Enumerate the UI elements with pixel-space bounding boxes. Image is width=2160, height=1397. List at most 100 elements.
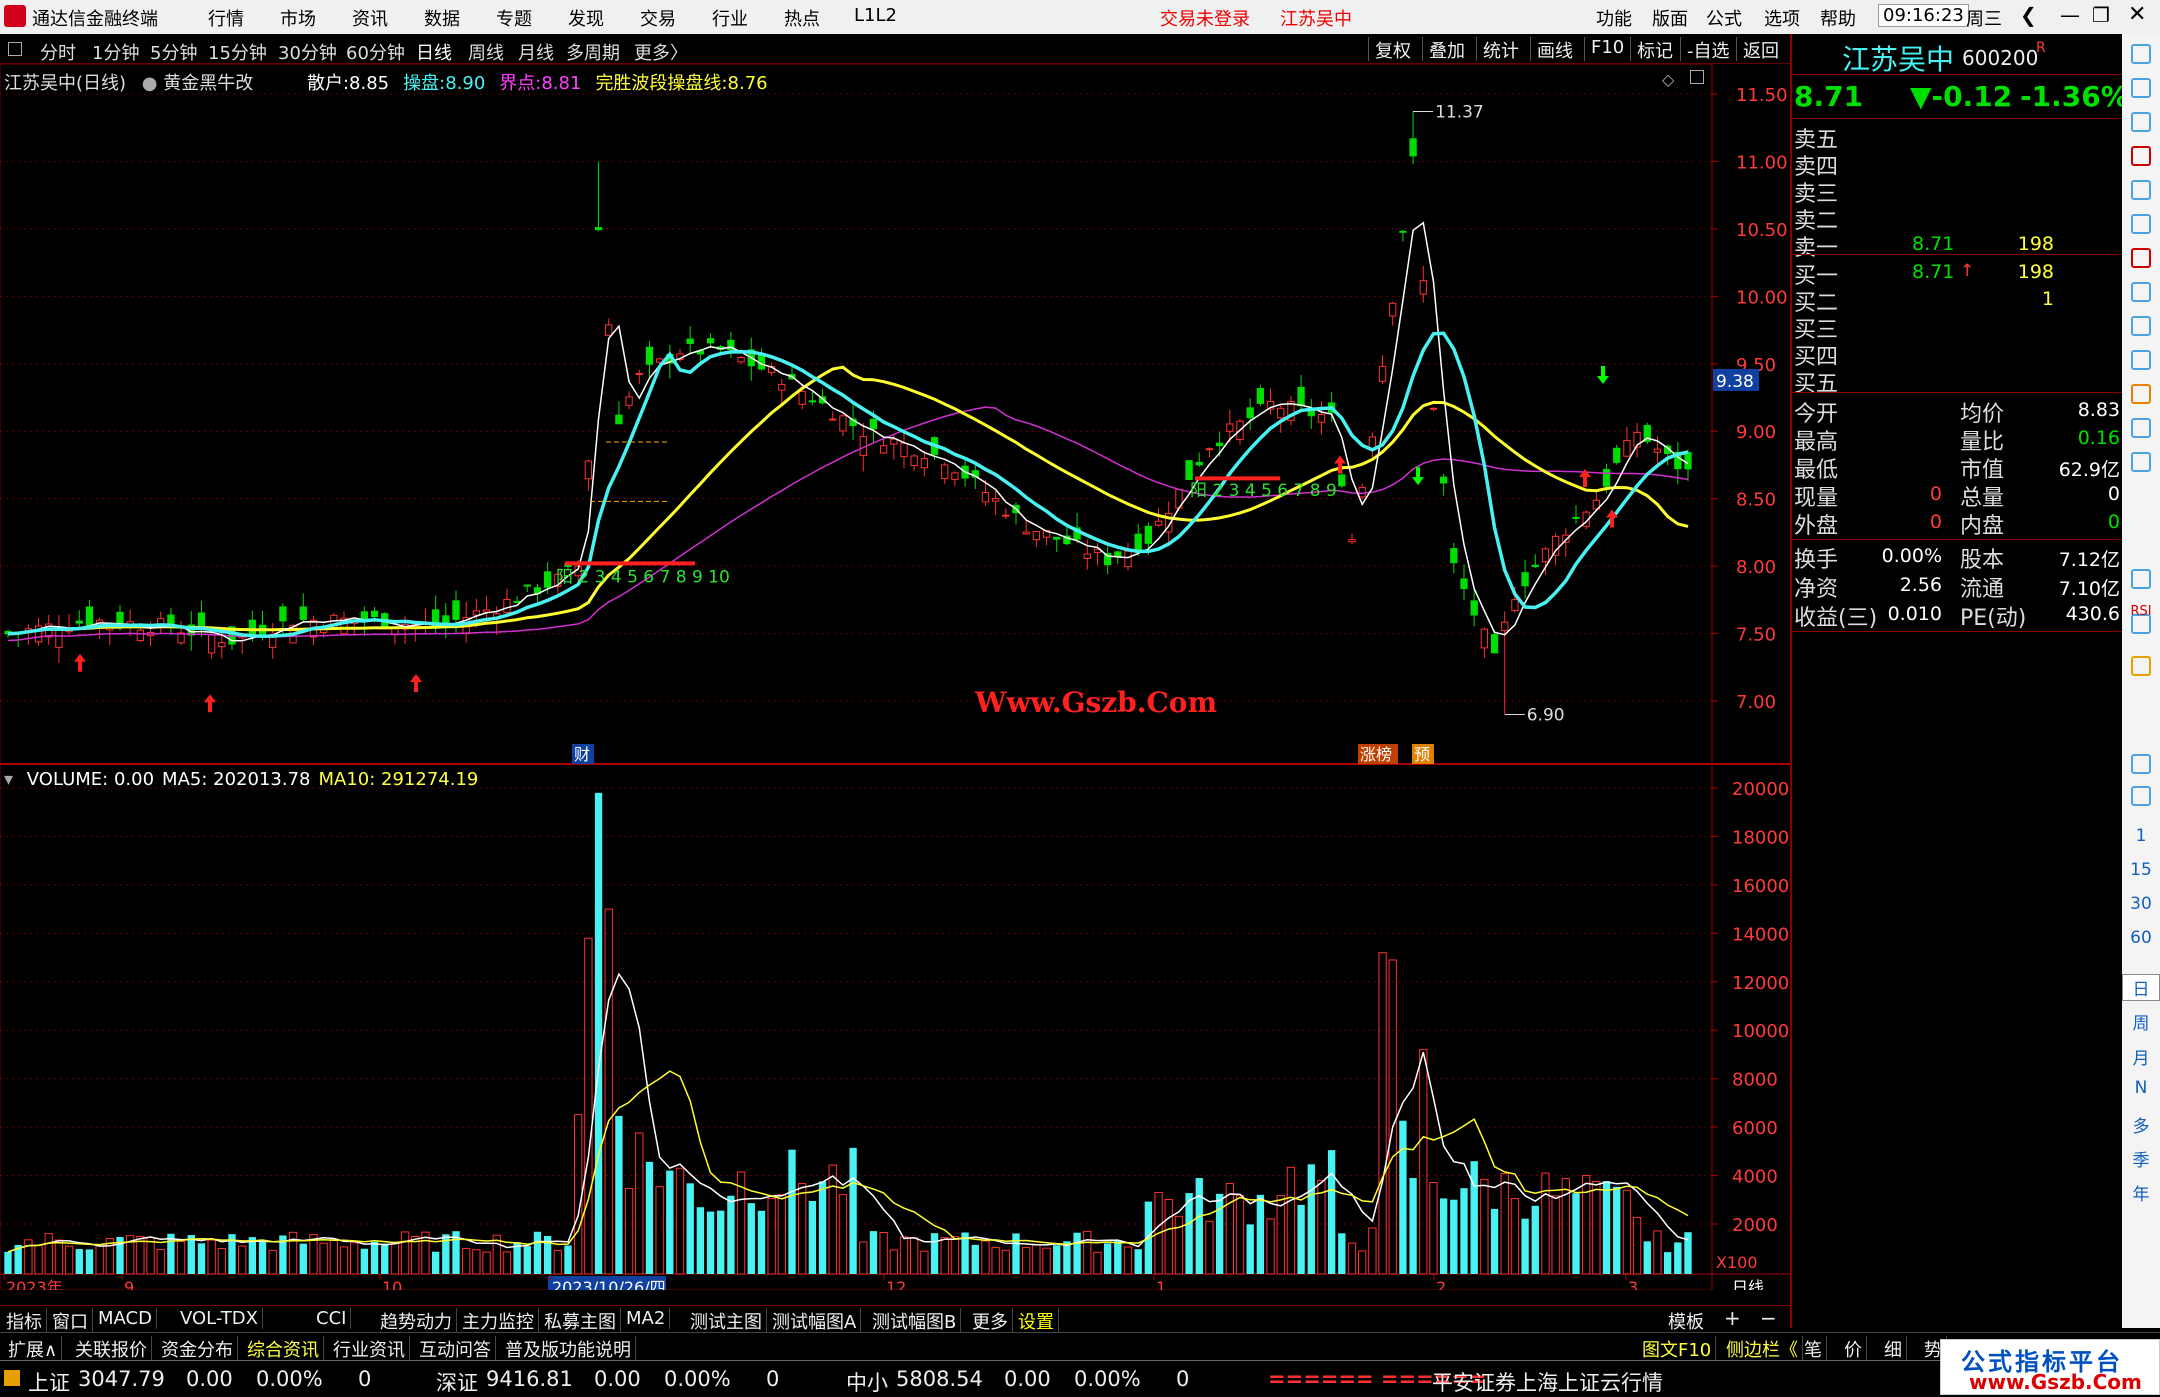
pen-icon[interactable] [2131,656,2151,676]
ext-item-1[interactable]: 关联报价 [71,1336,152,1362]
chart-svg[interactable]: 11.5011.0010.5010.009.509.008.508.007.50… [0,64,1790,1290]
close-icon[interactable]: ✕ [2128,2,2146,27]
refresh-icon[interactable] [2131,786,2151,806]
period-tab-0[interactable]: 分时 [40,39,76,65]
chart-tool-1[interactable]: 叠加 [1422,37,1471,62]
news-icon[interactable] [2131,282,2151,302]
side-label-8[interactable]: N [2122,1078,2160,1098]
ext-right-item-4[interactable]: 细 [1880,1336,1907,1362]
side-label-7[interactable]: 月 [2122,1044,2160,1069]
side-label-0[interactable]: RSI [2122,604,2160,619]
ext-item-0[interactable]: 扩展∧ [4,1336,63,1362]
chart-tool-0[interactable]: 复权 [1368,37,1417,62]
back-icon[interactable]: ❮ [2020,3,2037,27]
indicator-tab-6[interactable]: 主力监控 [458,1308,539,1334]
indicator-tab-11[interactable]: 测试幅图B [868,1308,962,1334]
ext-right-item-3[interactable]: 价 [1840,1336,1867,1362]
bid-row[interactable]: 买三 [1792,312,2122,343]
indicator-tab-12[interactable]: 更多 [968,1308,1013,1334]
indicator-tab-1[interactable]: 窗口 [48,1308,93,1334]
template-button[interactable]: 模板 [1668,1308,1704,1334]
diamond-icon[interactable]: ◇ [1662,70,1674,89]
menu-8[interactable]: 热点 [784,5,820,31]
period-tab-3[interactable]: 15分钟 [208,39,267,65]
settings-icon[interactable] [2131,452,2151,472]
index-item[interactable]: 深证 9416.81 0.00 0.00% 0 [436,1367,816,1395]
chart-tool-3[interactable]: 画线 [1530,37,1579,62]
chart-tool-5[interactable]: 标记 [1630,37,1679,62]
side-label-9[interactable]: 多 [2122,1112,2160,1137]
indicator-name[interactable]: 黄金黑牛改 [163,73,253,94]
index-item[interactable]: 上证 3047.79 0.00 0.00% 0 [28,1367,408,1395]
period-tab-6[interactable]: 日线 [416,39,452,65]
chart-tool-4[interactable]: F10 [1584,37,1630,61]
ask-row[interactable]: 卖五 [1792,122,2122,153]
side-label-5[interactable]: 日 [2122,974,2160,1001]
side-label-1[interactable]: 1 [2122,826,2160,846]
fund-icon[interactable] [2131,384,2151,404]
period-tab-1[interactable]: 1分钟 [92,39,139,65]
menu-2[interactable]: 资讯 [352,5,388,31]
indicator-tab-10[interactable]: 测试幅图A [768,1308,862,1334]
line-chart-icon[interactable] [2131,214,2151,234]
period-tab-8[interactable]: 月线 [518,39,554,65]
ext-item-2[interactable]: 资金分布 [157,1336,238,1362]
bid-row[interactable]: 买一 8.71 ↑ 198 [1792,258,2122,289]
zoom-out-button[interactable]: − [1760,1306,1777,1330]
ext-right-item-0[interactable]: 图文F10 [1638,1336,1717,1362]
right-menu-4[interactable]: 帮助 [1820,5,1856,31]
panel-toggle-icon[interactable] [8,42,22,56]
indicator-tab-9[interactable]: 测试主图 [686,1308,767,1334]
period-tab-9[interactable]: 多周期 [566,39,620,65]
side-label-4[interactable]: 60 [2122,928,2160,948]
down-page-icon[interactable] [2131,112,2151,132]
zoom-in-button[interactable]: + [1724,1306,1741,1330]
bid-row[interactable]: 买二 1 [1792,285,2122,316]
side-label-6[interactable]: 周 [2122,1009,2160,1034]
side-label-10[interactable]: 季 [2122,1146,2160,1171]
period-tab-4[interactable]: 30分钟 [278,39,337,65]
ext-item-3[interactable]: 综合资讯 [243,1336,324,1362]
window-icon[interactable] [1690,70,1704,84]
right-menu-1[interactable]: 版面 [1652,5,1688,31]
restore-icon[interactable]: ❐ [2092,3,2110,27]
indicator-dot-icon[interactable]: ● [142,73,158,94]
volume-collapse-icon[interactable]: ▾ [4,769,13,790]
minute-chart-icon[interactable] [2131,146,2151,166]
status-index-icon[interactable] [4,1370,20,1386]
list-icon[interactable] [2131,350,2151,370]
chart-area[interactable]: 11.50 11.00 10.50 10.00 9.50 9.00 8.50 8.00 7.50… [0,64,1790,1290]
right-menu-2[interactable]: 公式 [1706,5,1742,31]
indicator-tab-4[interactable]: CCI [312,1308,352,1329]
indicator-tab-7[interactable]: 私募主图 [540,1308,621,1334]
index-item[interactable]: 中小 5808.54 0.00 0.00% 0 [846,1367,1226,1395]
menu-1[interactable]: 市场 [280,5,316,31]
ext-item-5[interactable]: 互动问答 [415,1336,496,1362]
right-menu-0[interactable]: 功能 [1596,5,1632,31]
right-menu-3[interactable]: 选项 [1764,5,1800,31]
ask-row[interactable]: 卖四 [1792,149,2122,180]
side-label-11[interactable]: 年 [2122,1180,2160,1205]
chart-tool-7[interactable]: 返回 [1736,37,1785,62]
kline-icon[interactable] [2131,248,2151,268]
up-page-icon[interactable] [2131,78,2151,98]
menu-3[interactable]: 数据 [424,5,460,31]
period-tab-5[interactable]: 60分钟 [346,39,405,65]
indicator-tab-0[interactable]: 指标 [2,1308,47,1334]
ask-row[interactable]: 卖二 [1792,203,2122,234]
menu-7[interactable]: 行业 [712,5,748,31]
trade-status[interactable]: 交易未登录 [1160,5,1250,31]
indicator-tab-3[interactable]: VOL-TDX [176,1308,263,1329]
bid-row[interactable]: 买四 [1792,339,2122,370]
menu-5[interactable]: 发现 [568,5,604,31]
ext-right-item-2[interactable]: 笔 [1800,1336,1827,1362]
f2-icon[interactable] [2131,418,2151,438]
indicator-tab-13[interactable]: 设置 [1014,1308,1059,1334]
fs-icon[interactable] [2131,754,2151,774]
f10-icon[interactable] [2131,316,2151,336]
indicator-tab-2[interactable]: MACD [94,1308,157,1329]
ext-item-6[interactable]: 普及版功能说明 [501,1336,636,1362]
side-label-2[interactable]: 15 [2122,860,2160,880]
up-arrow-icon[interactable] [2131,44,2151,64]
menu-0[interactable]: 行情 [208,5,244,31]
